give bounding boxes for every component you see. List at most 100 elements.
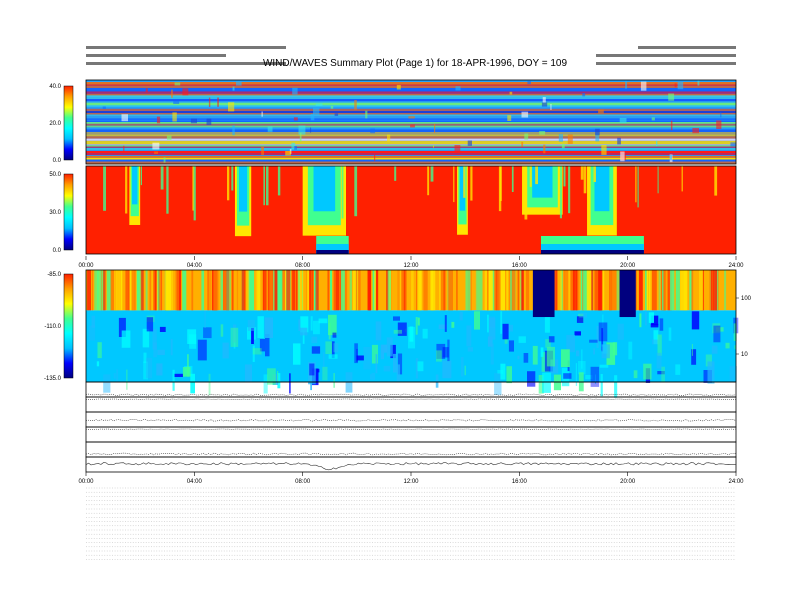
rad2-burst — [163, 157, 166, 163]
rad2-frequency-band — [86, 118, 736, 120]
tnr-lower-patch — [474, 311, 480, 330]
tnr-upper-streak — [419, 270, 422, 311]
tnr-lower-patch — [645, 311, 647, 326]
tnr-upper-streak — [374, 270, 377, 311]
tnr-upper-streak — [525, 270, 530, 311]
tnr-upper-streak — [724, 270, 727, 311]
tnr-upper-streak — [375, 270, 379, 311]
rad1-quiet-region — [594, 166, 610, 212]
line-panel-3-trace — [85, 419, 737, 422]
rad2-burst — [267, 126, 273, 132]
tnr-upper-streak — [638, 270, 643, 311]
rad1-colorbar — [63, 173, 74, 251]
tnr-upper-streak — [151, 270, 154, 311]
tnr-upper-streak — [207, 270, 209, 311]
tnr-upper-streak — [222, 270, 227, 311]
rad2-burst — [561, 143, 565, 149]
rad1-colorbar-tick: 30.0 — [49, 210, 61, 216]
tnr-lower-patch — [371, 372, 376, 380]
tnr-lower-patch — [563, 373, 572, 379]
tnr-upper-streak — [310, 270, 312, 311]
rad1-streak — [463, 166, 466, 198]
rad2-burst — [236, 81, 242, 86]
tnr-lower-patch — [490, 343, 494, 365]
rad1-streak — [535, 166, 538, 185]
rad1-streak — [140, 166, 142, 186]
tnr-lower-patch — [203, 327, 212, 339]
rad2-burst — [542, 97, 546, 103]
rad2-burst — [582, 93, 586, 97]
tnr-lower-patch — [174, 373, 183, 377]
tnr-upper-streak — [594, 270, 597, 311]
tnr-upper-streak — [511, 270, 516, 311]
rad1-streak — [310, 166, 313, 222]
rad2-burst — [674, 83, 677, 88]
tnr-lower-patch — [187, 329, 197, 344]
tnr-lower-patch — [393, 353, 398, 373]
tnr-upper-streak — [157, 270, 160, 311]
rad1-emission — [316, 250, 349, 254]
rad1-colorbar-tick: 50.0 — [49, 172, 61, 178]
tnr-lower-patch — [617, 323, 624, 340]
tnr-upper-streak — [563, 270, 569, 311]
rad1-streak — [635, 166, 637, 203]
tnr-lower-patch — [363, 346, 371, 370]
rad2-burst — [454, 145, 461, 153]
tnr-upper-streak — [278, 270, 281, 311]
rad2-burst — [261, 146, 264, 156]
tnr-lower-patch — [356, 355, 364, 361]
tnr-right-tick: 100 — [741, 296, 752, 302]
rad2-burst — [640, 81, 647, 91]
rad2-burst — [374, 154, 376, 161]
tnr-lower-patch — [310, 316, 313, 331]
tnr-lower-patch — [589, 339, 598, 343]
rad2-frequency-band — [86, 106, 736, 109]
tnr-upper-streak — [648, 270, 651, 311]
tnr-lower-patch — [561, 349, 570, 368]
tnr-lower-patch — [518, 336, 526, 343]
tnr-lower-patch — [311, 336, 318, 343]
tnr-upper-streak — [179, 270, 181, 311]
tnr-lower-patch — [650, 323, 659, 328]
tnr-upper-streak — [423, 270, 428, 311]
rad2-burst — [334, 113, 339, 116]
tnr-upper-streak — [297, 270, 301, 311]
rad1-time-tick: 12:00 — [403, 263, 419, 269]
tnr-upper-streak — [609, 270, 612, 311]
tnr-lower-patch — [277, 371, 279, 383]
tnr-upper-streak — [315, 270, 317, 311]
tnr-lower-patch — [725, 342, 730, 349]
rad2-burst — [567, 134, 573, 144]
tnr-upper-streak — [664, 270, 667, 311]
rad2-burst — [455, 86, 461, 91]
rad2-frequency-band — [86, 95, 736, 97]
tnr-upper-streak — [710, 270, 713, 311]
rad2-frequency-band — [86, 96, 736, 100]
tnr-upper-streak — [136, 270, 140, 311]
tnr-colorbar-tick: -110.0 — [44, 324, 61, 330]
tnr-upper-streak — [286, 270, 291, 311]
line-panel-1-trace — [85, 393, 737, 396]
tnr-lower-patch — [325, 341, 332, 354]
tnr-upper-streak — [645, 270, 647, 311]
line-panels-time-tick: 00:00 — [78, 479, 94, 485]
line-panel-3-frame — [85, 411, 737, 428]
tnr-lower-patch — [97, 342, 102, 359]
tnr-upper-streak — [87, 270, 91, 311]
tnr-lower-patch — [408, 326, 416, 349]
rad2-frequency-band — [86, 102, 736, 106]
rad2-burst — [595, 128, 600, 136]
tnr-upper-streak — [120, 270, 123, 311]
rad1-streak — [568, 166, 571, 214]
rad2-burst — [509, 91, 513, 95]
tnr-lower-patch — [460, 357, 464, 377]
tnr-upper-streak — [344, 270, 348, 311]
tnr-upper-streak — [160, 270, 163, 311]
tnr-colorbar-tick: -135.0 — [44, 376, 62, 382]
tnr-upper-streak — [327, 270, 330, 311]
tnr-lower-patch — [126, 369, 128, 390]
tnr-upper-streak — [341, 270, 345, 311]
rad1-streak — [580, 166, 584, 180]
rad2-burst — [208, 97, 211, 107]
rad2-burst — [171, 89, 173, 98]
